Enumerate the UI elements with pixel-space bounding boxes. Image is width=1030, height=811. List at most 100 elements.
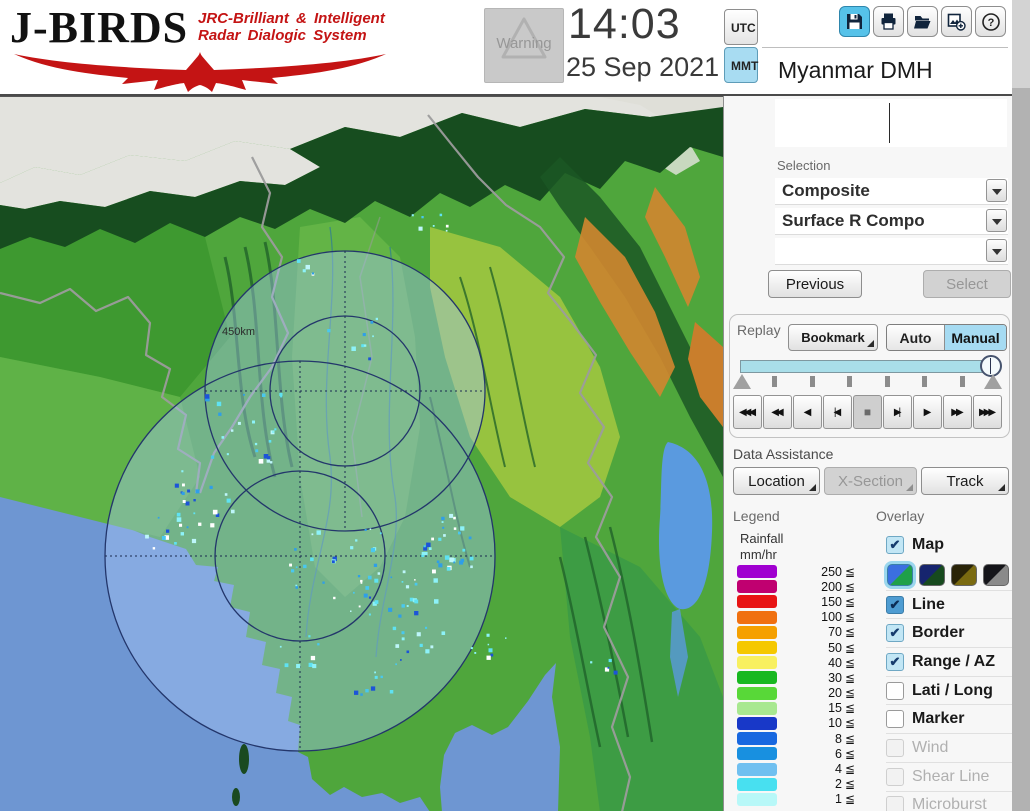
- checkbox-line[interactable]: ✔: [886, 595, 904, 614]
- legend-level-value: 4: [835, 762, 842, 777]
- playback-glyph: ▶▶▶: [978, 406, 996, 418]
- legend-unit-symbol: ≦: [845, 655, 856, 670]
- overlay-label: Lati / Long: [912, 681, 993, 699]
- dropdown-product[interactable]: Surface R Compo: [775, 208, 1008, 235]
- legend-level-row: 30 ≦: [737, 670, 859, 685]
- playback-step-back[interactable]: |◀: [823, 395, 852, 429]
- legend-level-row: 250 ≦: [737, 564, 859, 579]
- slider-ticks: [772, 376, 968, 388]
- checkbox-wind[interactable]: [886, 738, 904, 757]
- manual-button[interactable]: Manual: [945, 325, 1006, 350]
- playback-play[interactable]: ▶: [913, 395, 942, 429]
- data-assistance-label: Data Assistance: [733, 446, 834, 462]
- dropdown-parameter[interactable]: [775, 238, 1008, 265]
- overlay-label: Wind: [912, 738, 949, 756]
- playback-play-back[interactable]: ◀: [793, 395, 822, 429]
- checkbox-microburst[interactable]: [886, 796, 904, 811]
- overlay-label: Range / AZ: [912, 652, 995, 670]
- clock-time: 14:03: [568, 0, 681, 48]
- dropdown-product-value: Surface R Compo: [782, 211, 925, 230]
- overlay-item-border: ✔ Border: [886, 618, 1012, 647]
- legend-unit-symbol: ≦: [845, 625, 856, 640]
- legend-level-value: 100: [821, 610, 842, 625]
- timezone-utc-button[interactable]: UTC: [724, 9, 758, 45]
- range-end-marker[interactable]: [984, 374, 1002, 389]
- legend-unit-symbol: ≦: [845, 670, 856, 685]
- overlay-label: Microburst: [912, 796, 987, 811]
- legend-color-chip: [737, 747, 777, 761]
- select-button[interactable]: Select: [923, 270, 1011, 298]
- legend-unit-symbol: ≦: [845, 746, 856, 761]
- chevron-down-icon[interactable]: [986, 209, 1007, 232]
- playback-fast-forward[interactable]: ▶▶: [943, 395, 972, 429]
- playback-step-forward[interactable]: ▶|: [883, 395, 912, 429]
- legend-color-chip: [737, 671, 777, 685]
- playback-jump-start[interactable]: ◀◀◀: [733, 395, 762, 429]
- checkbox-border[interactable]: ✔: [886, 624, 904, 643]
- dropdown-category[interactable]: Composite: [775, 178, 1008, 205]
- station-info-field[interactable]: [775, 99, 1007, 147]
- toolbar: ?: [839, 6, 1006, 37]
- capture-image-button[interactable]: [941, 6, 972, 37]
- playback-glyph: ◀: [803, 406, 812, 418]
- right-edge-strip[interactable]: [1012, 0, 1030, 811]
- range-distance-label: 450km: [222, 326, 255, 338]
- legend-level-row: 4 ≦: [737, 761, 859, 776]
- location-button[interactable]: Location: [733, 467, 820, 495]
- legend-color-chip: [737, 686, 777, 700]
- radar-map[interactable]: 450km: [0, 96, 723, 811]
- legend-level-value: 10: [828, 716, 842, 731]
- playback-rewind[interactable]: ◀◀: [763, 395, 792, 429]
- legend-unit-symbol: ≦: [845, 579, 856, 594]
- replay-slider-track[interactable]: [740, 360, 996, 373]
- legend-unit-symbol: ≦: [845, 594, 856, 609]
- playback-glyph: ▶|: [893, 406, 902, 418]
- playback-jump-end[interactable]: ▶▶▶: [973, 395, 1002, 429]
- folder-icon: [914, 16, 931, 29]
- overlay-item-shear-line: Shear Line: [886, 761, 1012, 791]
- map-style-swatch-1[interactable]: [887, 563, 913, 586]
- legend-color-chip: [737, 701, 777, 715]
- toolbar-divider: [762, 47, 1008, 48]
- legend-unit-symbol: ≦: [845, 716, 856, 731]
- checkbox-shear-line[interactable]: [886, 767, 904, 786]
- legend-color-chip: [737, 595, 777, 609]
- checkbox-lati-long[interactable]: [886, 681, 904, 700]
- map-style-swatch-4[interactable]: [983, 563, 1009, 586]
- legend-level-value: 70: [828, 625, 842, 640]
- legend-subtitle-rainfall: Rainfall: [740, 531, 784, 546]
- legend-level-value: 2: [835, 777, 842, 792]
- overlay-list: ✔ Map ✔ Line ✔ Border ✔ Range / AZ Lati / Long Ma…: [886, 531, 1012, 811]
- range-start-marker[interactable]: [733, 374, 751, 389]
- playback-stop[interactable]: ■: [853, 395, 882, 429]
- checkbox-range-az[interactable]: ✔: [886, 652, 904, 671]
- timezone-mmt-button[interactable]: MMT: [724, 47, 758, 83]
- warning-button[interactable]: Warning: [484, 8, 564, 83]
- chevron-down-icon[interactable]: [986, 179, 1007, 202]
- print-button[interactable]: [873, 6, 904, 37]
- legend-unit-symbol: ≦: [845, 610, 856, 625]
- open-folder-button[interactable]: [907, 6, 938, 37]
- x-section-button[interactable]: X-Section: [824, 467, 917, 495]
- track-button[interactable]: Track: [921, 467, 1009, 495]
- checkbox-marker[interactable]: [886, 710, 904, 729]
- app-window: J-BIRDS JRC-Brilliant & Intelligent Rada…: [0, 0, 1030, 811]
- save-button[interactable]: [839, 6, 870, 37]
- previous-button[interactable]: Previous: [768, 270, 862, 298]
- legend-color-chip: [737, 656, 777, 670]
- legend-level-value: 1: [835, 792, 842, 807]
- overlay-label: Line: [912, 595, 945, 613]
- map-style-swatch-2[interactable]: [919, 563, 945, 586]
- bookmark-button[interactable]: Bookmark: [788, 324, 878, 351]
- chevron-down-icon[interactable]: [986, 239, 1007, 262]
- legend-unit-symbol: ≦: [845, 792, 856, 807]
- help-button[interactable]: ?: [975, 6, 1006, 37]
- map-style-swatch-3[interactable]: [951, 563, 977, 586]
- overlay-item-map: ✔ Map: [886, 531, 1012, 560]
- overlay-label: Map: [912, 536, 944, 554]
- legend-level-value: 50: [828, 640, 842, 655]
- image-add-icon: [947, 13, 966, 31]
- auto-button[interactable]: Auto: [887, 325, 945, 350]
- checkbox-map[interactable]: ✔: [886, 536, 904, 555]
- warning-label: Warning: [496, 35, 552, 52]
